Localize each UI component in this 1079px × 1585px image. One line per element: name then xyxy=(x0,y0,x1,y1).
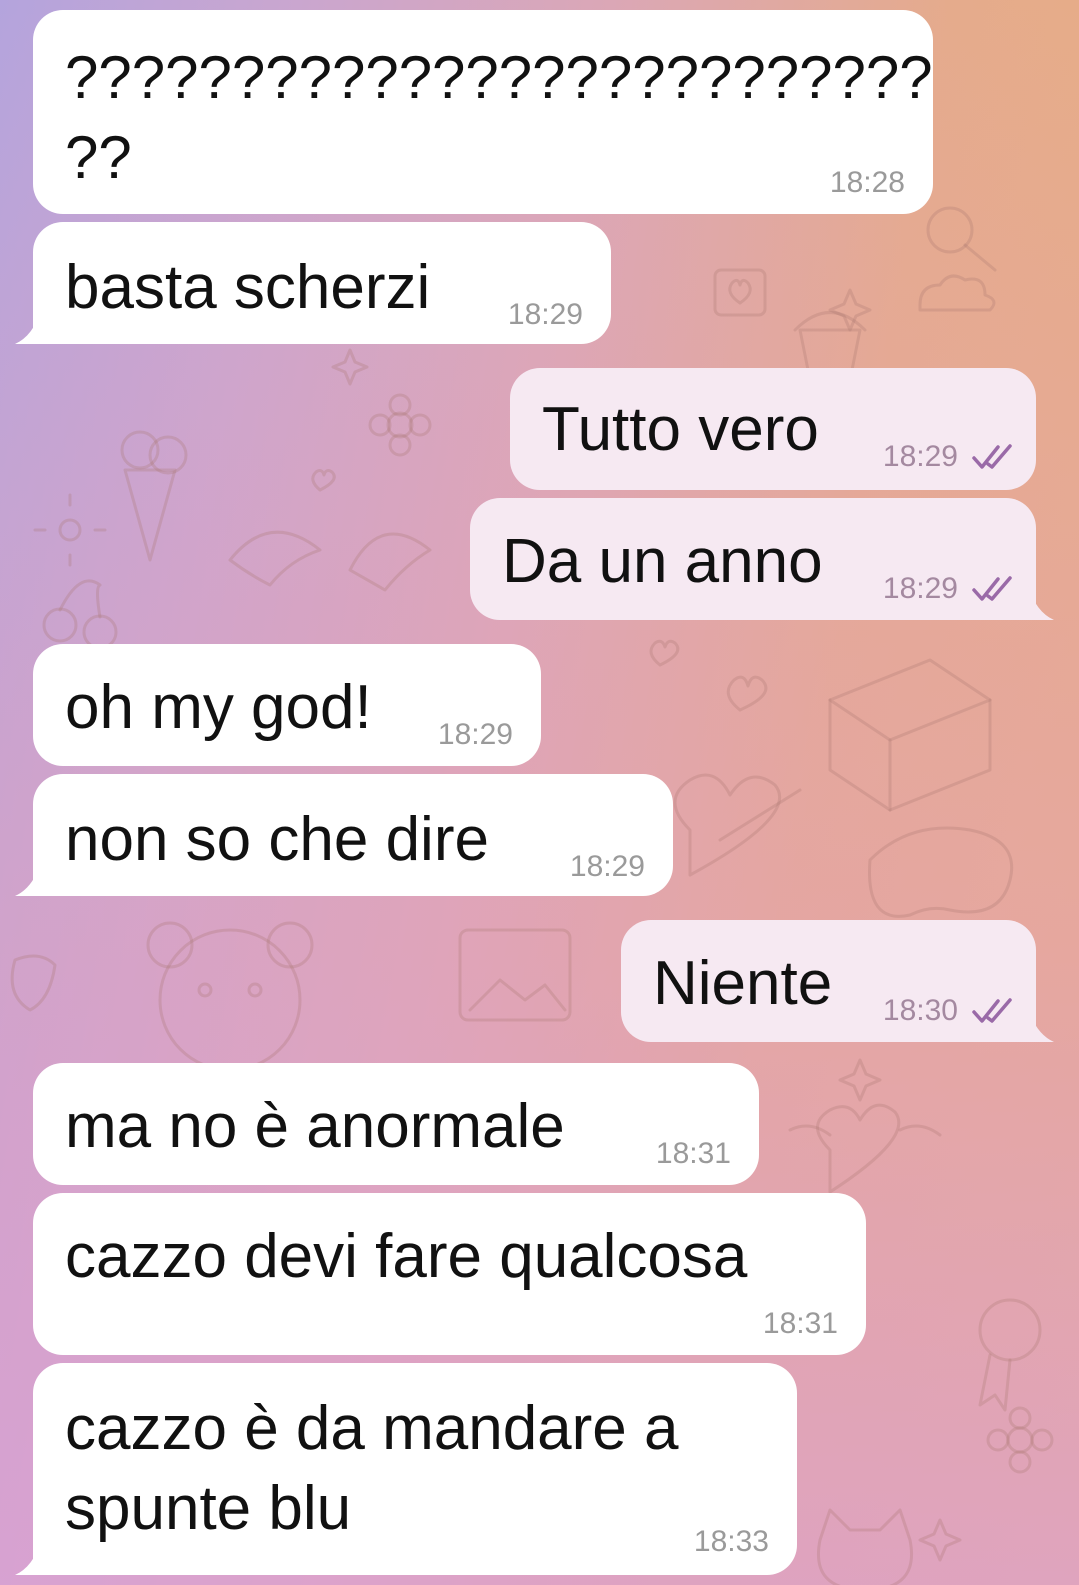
message-time: 18:29 xyxy=(882,440,958,473)
message-text: Tutto vero xyxy=(542,395,819,464)
message-incoming[interactable]: cazzo devi fare qualcosa 18:31 xyxy=(33,1193,866,1355)
message-outgoing[interactable]: Niente 18:30 xyxy=(621,920,1054,1042)
message-text: cazzo è da mandare a spunte blu xyxy=(65,1394,679,1543)
message-text: oh my god! xyxy=(65,673,372,742)
bubble-tail xyxy=(1028,1008,1054,1042)
message-time: 18:30 xyxy=(882,994,958,1027)
message-text: Niente xyxy=(653,949,833,1018)
message-time: 18:33 xyxy=(693,1525,769,1558)
message-text: non so che dire xyxy=(65,805,489,874)
message-incoming[interactable]: cazzo è da mandare a spunte blu 18:33 xyxy=(15,1363,797,1575)
message-incoming[interactable]: non so che dire 18:29 xyxy=(15,774,673,896)
message-time: 18:29 xyxy=(437,718,513,751)
bubble-tail xyxy=(1028,586,1054,620)
bubble-tail xyxy=(15,862,41,896)
double-check-icon xyxy=(972,998,1012,1023)
message-incoming[interactable]: ma no è anormale 18:31 xyxy=(33,1063,759,1185)
message-text: ?????????????????????????? ?? xyxy=(65,44,933,191)
message-time: 18:29 xyxy=(569,850,645,883)
message-incoming[interactable]: basta scherzi 18:29 xyxy=(15,222,611,344)
message-incoming[interactable]: ?????????????????????????? ?? 18:28 xyxy=(33,10,933,214)
message-outgoing[interactable]: Tutto vero 18:29 xyxy=(510,368,1036,490)
bubble-tail xyxy=(15,310,41,344)
double-check-icon xyxy=(972,444,1012,469)
message-text: Da un anno xyxy=(502,527,823,596)
message-time: 18:29 xyxy=(507,298,583,331)
message-text: ma no è anormale xyxy=(65,1092,565,1161)
message-time: 18:29 xyxy=(882,572,958,605)
message-text: cazzo devi fare qualcosa xyxy=(65,1222,748,1291)
bubble-tail xyxy=(15,1541,41,1575)
message-incoming[interactable]: oh my god! 18:29 xyxy=(33,644,541,766)
message-text: basta scherzi xyxy=(65,253,431,322)
message-time: 18:28 xyxy=(829,166,905,199)
message-time: 18:31 xyxy=(655,1137,731,1170)
message-outgoing[interactable]: Da un anno 18:29 xyxy=(470,498,1054,620)
double-check-icon xyxy=(972,576,1012,601)
message-time: 18:31 xyxy=(762,1307,838,1340)
